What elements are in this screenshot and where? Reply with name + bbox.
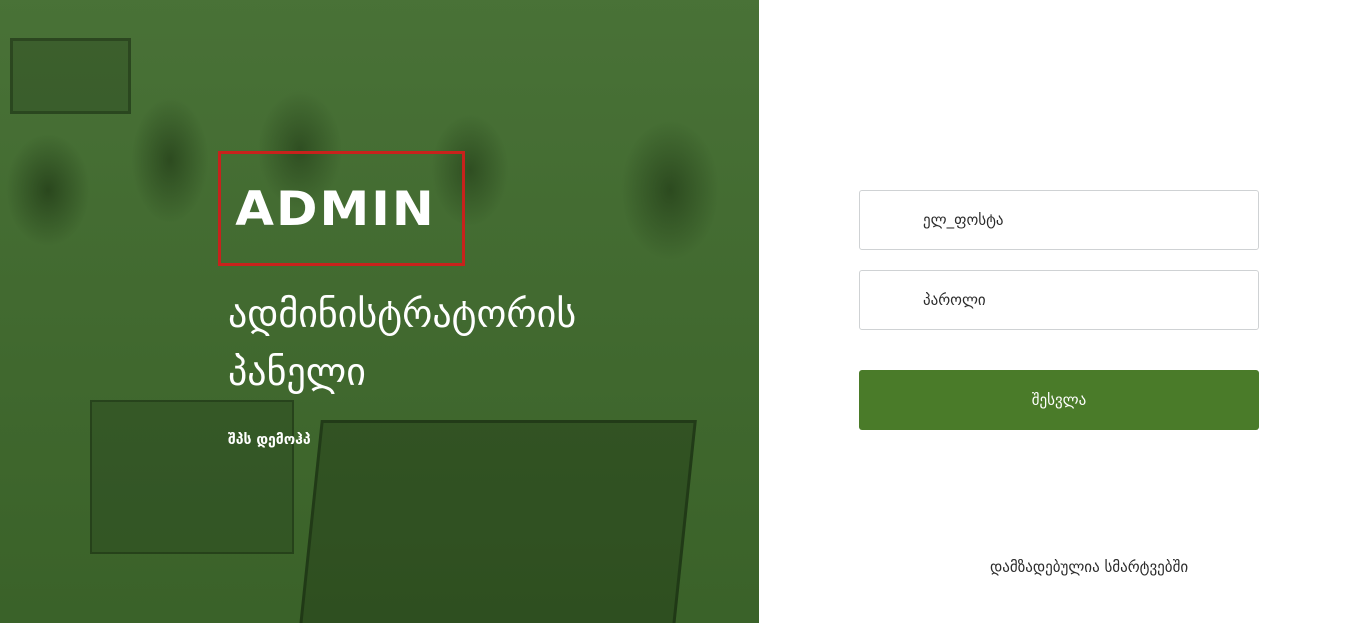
panel-title: ადმინისტრატორის პანელი: [228, 292, 577, 394]
photo-amp-shape: [10, 38, 131, 114]
hero-panel: ADMIN ადმინისტრატორის პანელი შპს დემოჰპ: [0, 0, 759, 623]
admin-logo-text: ADMIN: [235, 180, 436, 237]
admin-logo: ADMIN: [218, 151, 465, 266]
login-button[interactable]: შესვლა: [859, 370, 1259, 430]
footer-credit: დამზადებულია სმარტვებში: [990, 558, 1189, 576]
photo-road-case-shape: [299, 420, 697, 623]
photo-case-shape: [90, 400, 294, 554]
login-form: შესვლა: [859, 190, 1259, 430]
email-field[interactable]: [859, 190, 1259, 250]
company-name: შპს დემოჰპ: [228, 432, 311, 448]
password-field[interactable]: [859, 270, 1259, 330]
